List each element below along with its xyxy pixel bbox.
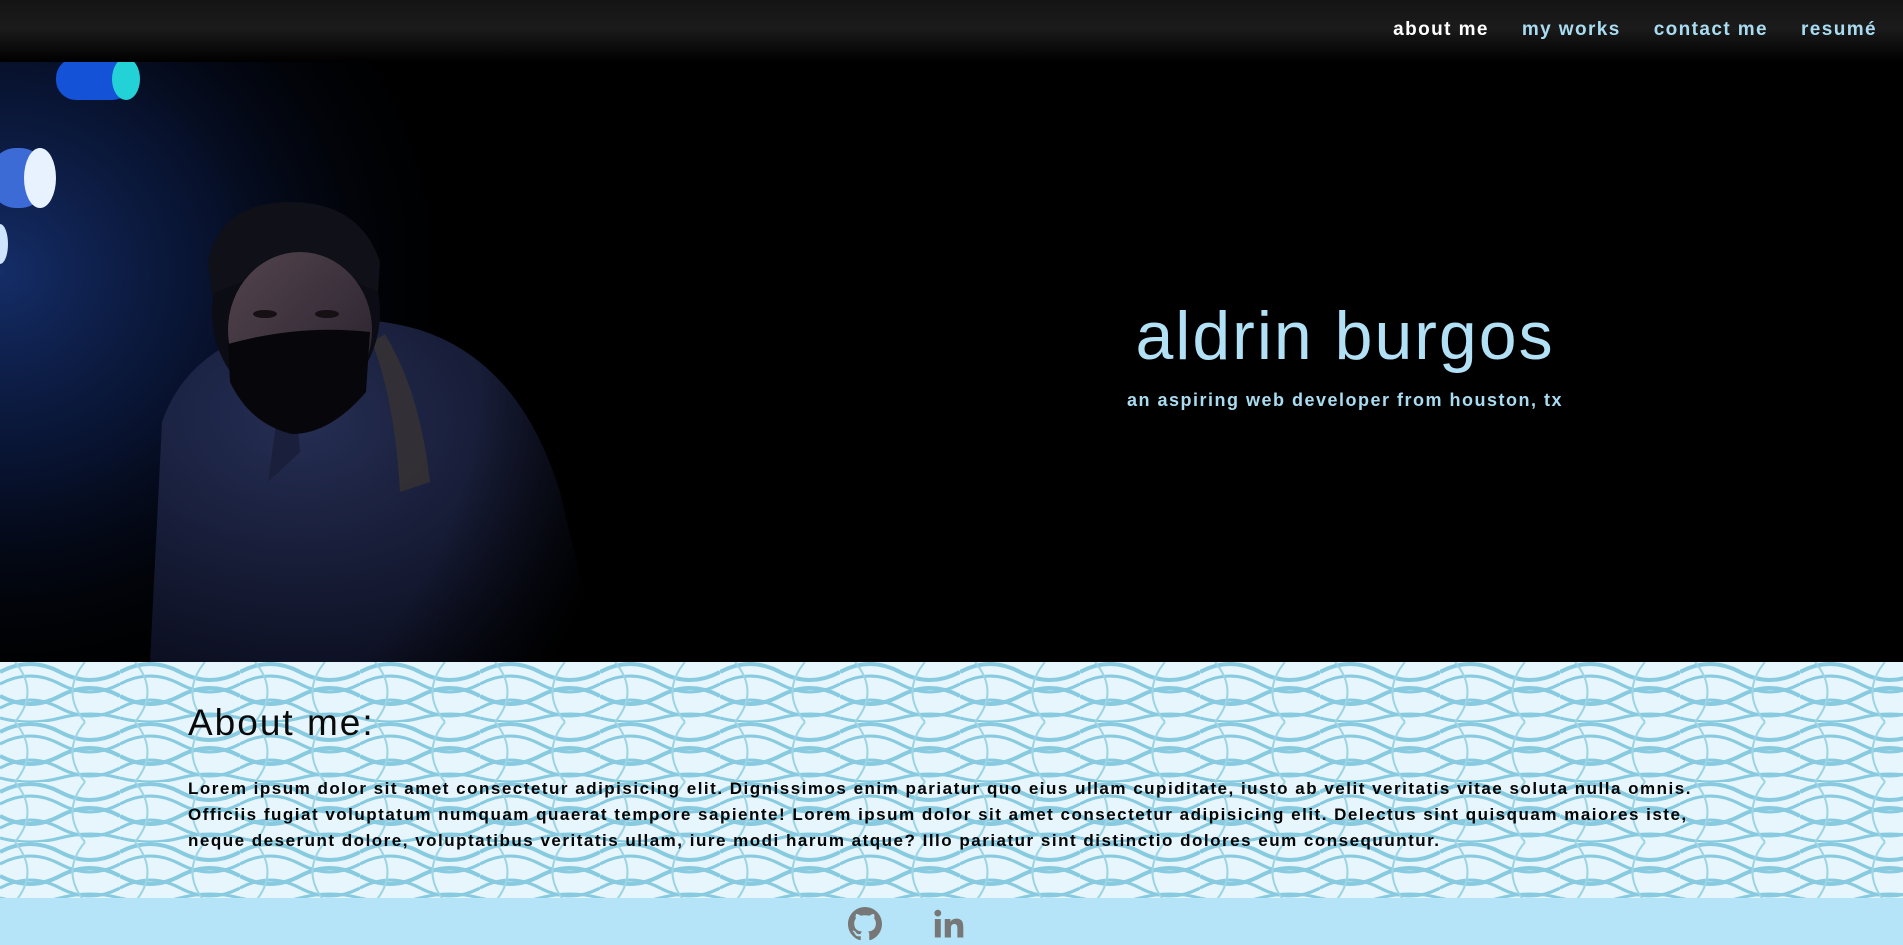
navbar: about me my works contact me resumé bbox=[0, 0, 1903, 62]
hero-name: aldrin burgos bbox=[1135, 298, 1555, 374]
nav-link-about-me[interactable]: about me bbox=[1393, 19, 1489, 40]
nav-item-about: about me bbox=[1393, 19, 1489, 41]
nav-item-works: my works bbox=[1522, 19, 1621, 41]
nav-links: about me my works contact me resumé bbox=[1393, 19, 1877, 41]
nav-item-resume: resumé bbox=[1801, 19, 1877, 41]
about-body: Lorem ipsum dolor sit amet consectetur a… bbox=[188, 779, 1692, 850]
nav-item-contact: contact me bbox=[1654, 19, 1768, 41]
nav-link-contact-me[interactable]: contact me bbox=[1654, 19, 1768, 40]
github-icon bbox=[848, 907, 882, 941]
about-title: About me: bbox=[188, 702, 375, 743]
about-section: About me: Lorem ipsum dolor sit amet con… bbox=[0, 662, 1903, 898]
linkedin-link[interactable] bbox=[931, 906, 967, 942]
about-content: About me: Lorem ipsum dolor sit amet con… bbox=[188, 702, 1728, 854]
nav-link-resume[interactable]: resumé bbox=[1801, 19, 1877, 40]
hero-portrait-image bbox=[0, 62, 640, 662]
nav-link-my-works[interactable]: my works bbox=[1522, 19, 1621, 40]
github-link[interactable] bbox=[847, 906, 883, 942]
footer bbox=[0, 898, 1903, 945]
hero-tagline: an aspiring web developer from houston, … bbox=[1126, 390, 1564, 410]
hero-section: aldrin burgos an aspiring web developer … bbox=[0, 62, 1903, 662]
hero-text: aldrin burgos an aspiring web developer … bbox=[1080, 302, 1610, 411]
linkedin-icon bbox=[934, 909, 964, 938]
